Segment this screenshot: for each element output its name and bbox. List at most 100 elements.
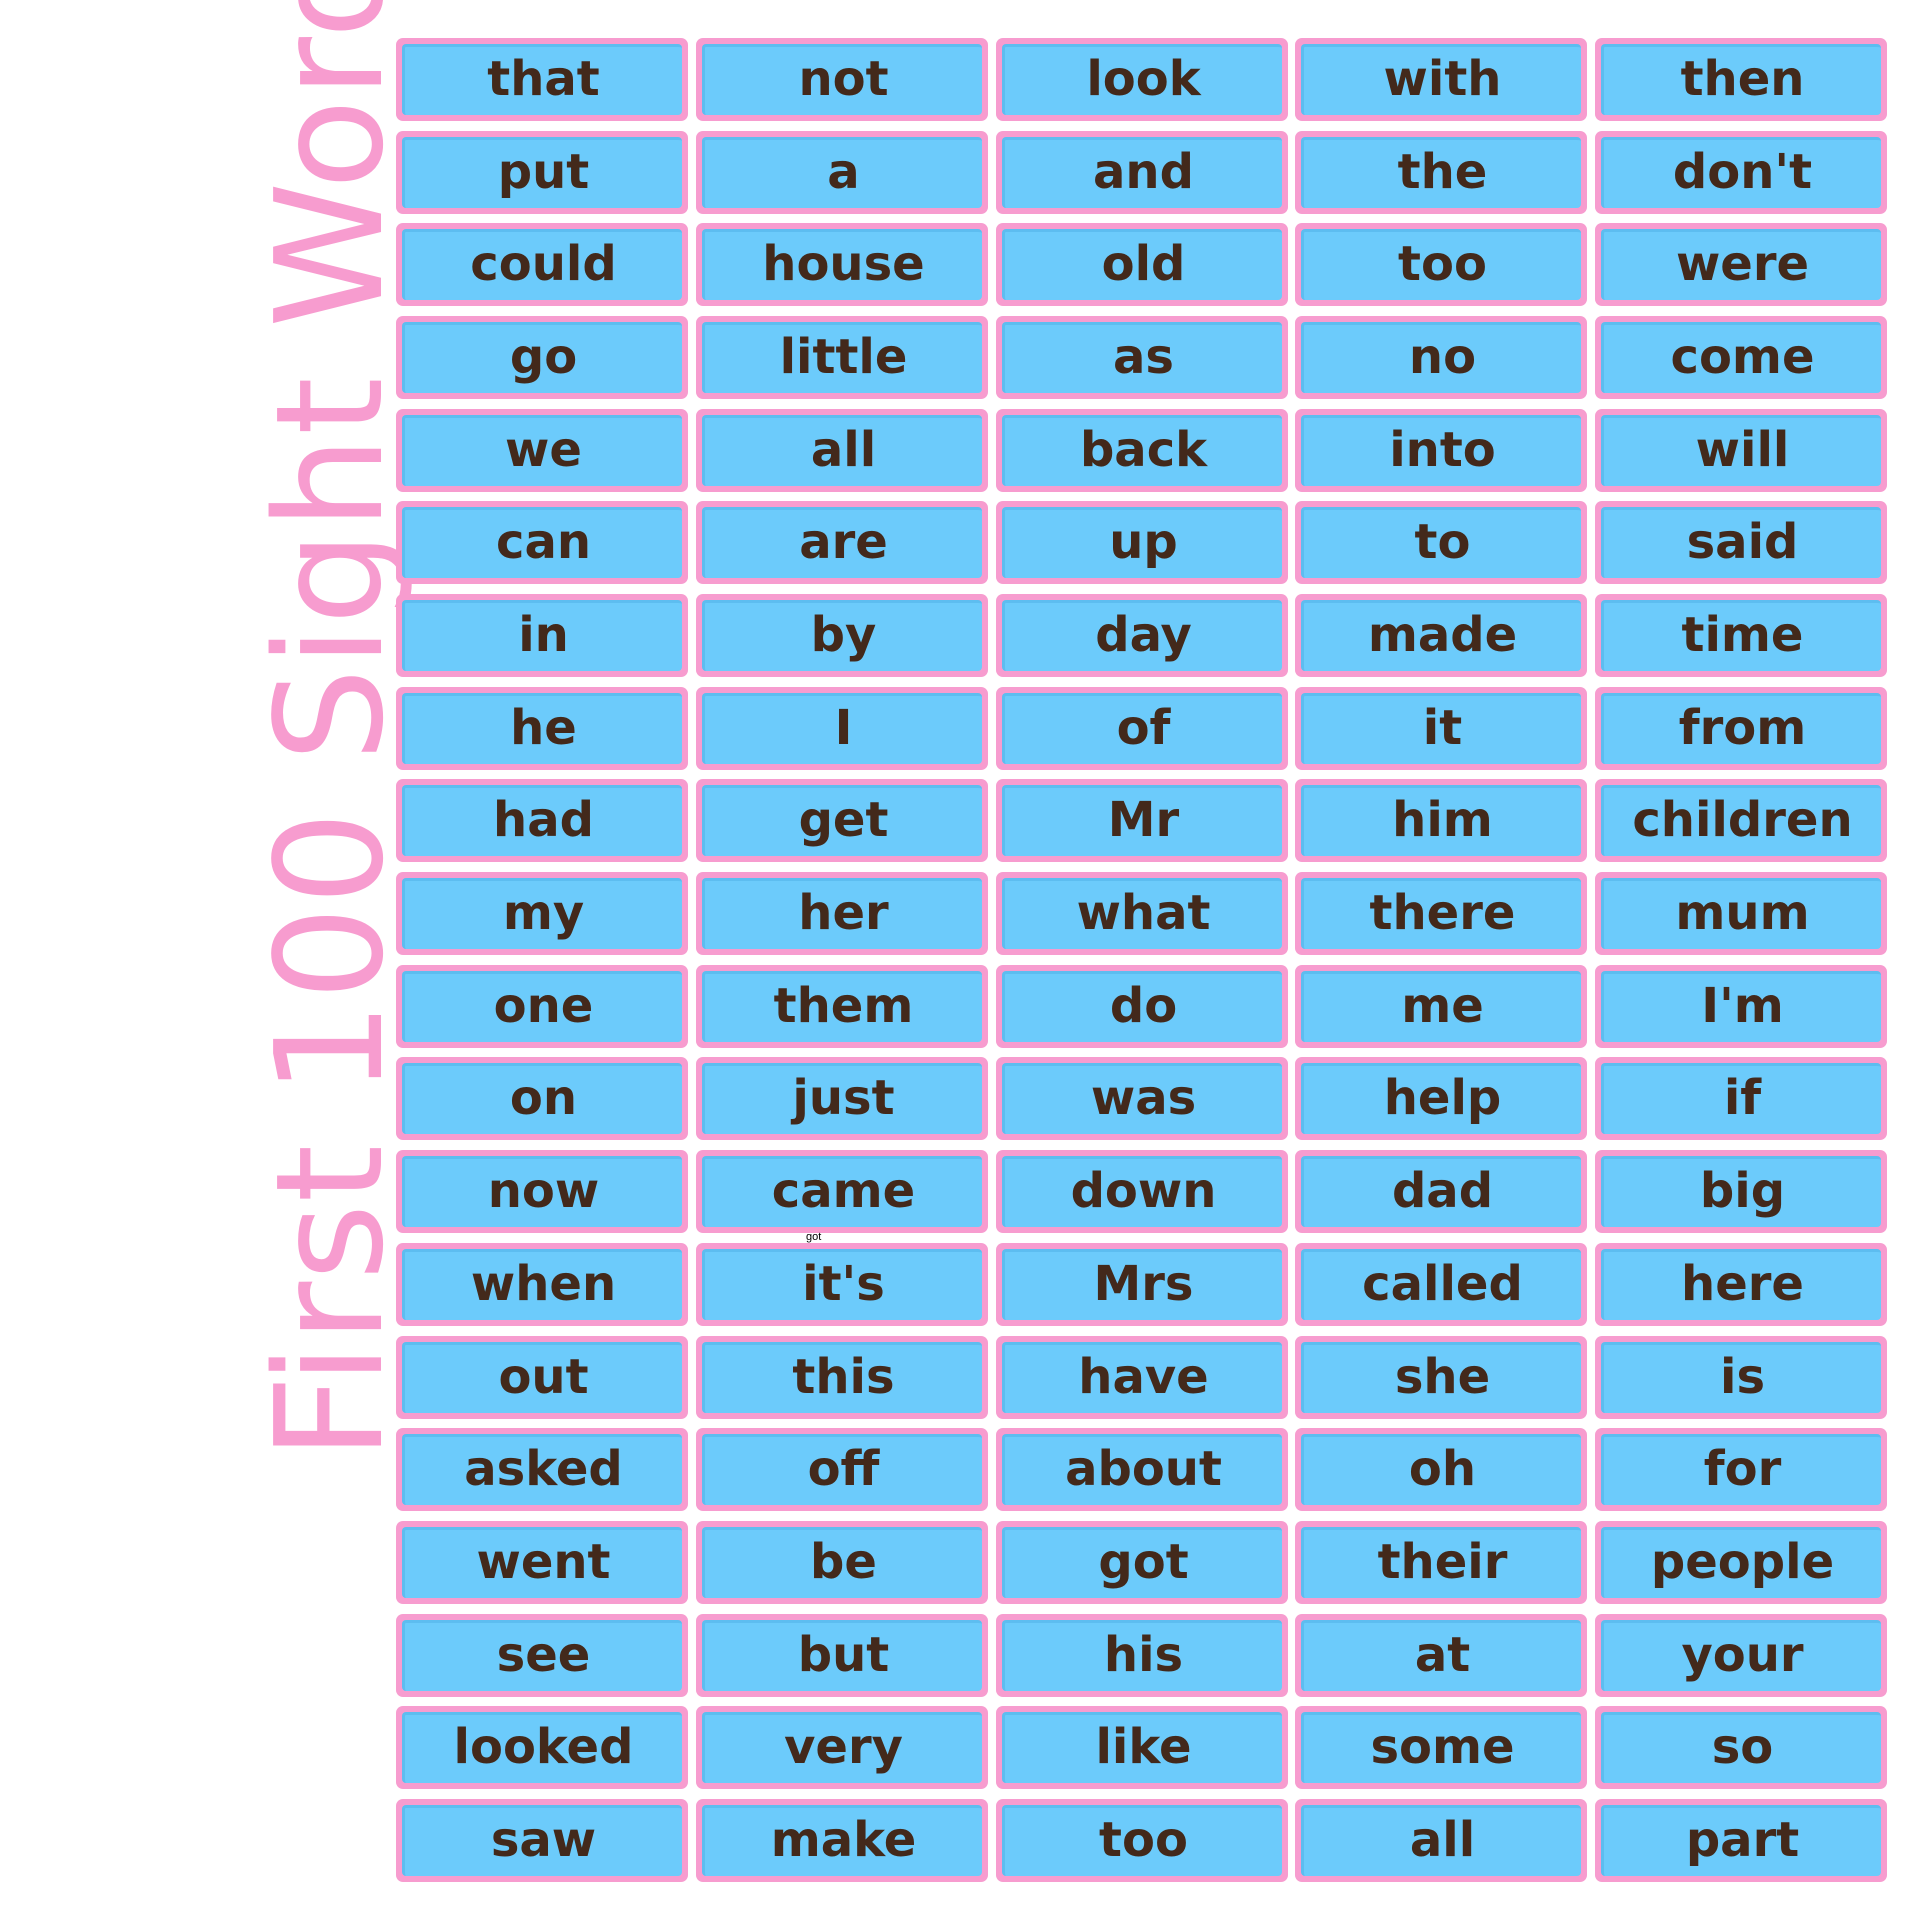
sight-word: with	[1383, 51, 1502, 107]
word-card: as	[996, 316, 1288, 399]
word-card: come	[1595, 316, 1887, 399]
sight-word: do	[1109, 978, 1178, 1034]
sight-word: into	[1389, 422, 1496, 478]
sight-word: time	[1681, 607, 1804, 663]
word-card-face: to	[1301, 507, 1581, 578]
word-card: very	[696, 1706, 988, 1789]
word-card-face: big	[1601, 1156, 1881, 1227]
sight-word: people	[1650, 1534, 1835, 1590]
word-card: from	[1595, 687, 1887, 770]
word-card: but	[696, 1614, 988, 1697]
word-card: here	[1595, 1243, 1887, 1326]
sight-word: be	[810, 1534, 877, 1590]
word-card: so	[1595, 1706, 1887, 1789]
word-card: then	[1595, 38, 1887, 121]
word-card: came	[696, 1150, 988, 1233]
word-card-face: when	[402, 1249, 682, 1320]
word-card: people	[1595, 1521, 1887, 1604]
word-card-face: can	[402, 507, 682, 578]
sight-word: go	[509, 329, 578, 385]
word-card: see	[396, 1614, 688, 1697]
sight-word: all	[1409, 1812, 1476, 1868]
word-card-face: at	[1301, 1620, 1581, 1691]
word-card-face: not	[702, 44, 982, 115]
stray-label: got	[806, 1231, 822, 1243]
word-card-face: old	[1002, 229, 1282, 300]
word-card: a	[696, 131, 988, 214]
word-card-face: now	[402, 1156, 682, 1227]
word-card: back	[996, 409, 1288, 492]
word-card: by	[696, 594, 988, 677]
word-card: is	[1595, 1336, 1887, 1419]
word-card-face: too	[1002, 1805, 1282, 1876]
word-card-face: go	[402, 322, 682, 393]
word-card: when	[396, 1243, 688, 1326]
word-card-face: in	[402, 600, 682, 671]
word-card: me	[1295, 965, 1587, 1048]
sight-word: your	[1681, 1627, 1804, 1683]
word-card-face: her	[702, 878, 982, 949]
word-card: dad	[1295, 1150, 1587, 1233]
sight-word: to	[1414, 514, 1471, 570]
word-card: time	[1595, 594, 1887, 677]
word-card-face: we	[402, 415, 682, 486]
word-card: Mrs	[996, 1243, 1288, 1326]
word-card-face: about	[1002, 1434, 1282, 1505]
sight-word: now	[487, 1163, 600, 1219]
sight-word: if	[1723, 1070, 1762, 1126]
word-card-face: said	[1601, 507, 1881, 578]
sight-word: it	[1422, 700, 1463, 756]
word-card: them	[696, 965, 988, 1048]
word-card-face: see	[402, 1620, 682, 1691]
word-card-face: their	[1301, 1527, 1581, 1598]
word-card-face: get	[702, 785, 982, 856]
word-card: this	[696, 1336, 988, 1419]
sight-word: it's	[802, 1256, 885, 1312]
word-card-face: his	[1002, 1620, 1282, 1691]
sight-word: then	[1680, 51, 1805, 107]
sight-word: children	[1632, 792, 1853, 848]
sight-word: and	[1093, 144, 1194, 200]
word-card: he	[396, 687, 688, 770]
word-card: mum	[1595, 872, 1887, 955]
sight-word: I'm	[1701, 978, 1784, 1034]
word-card: some	[1295, 1706, 1587, 1789]
word-card: were	[1595, 223, 1887, 306]
word-card: too	[996, 1799, 1288, 1882]
word-card: asked	[396, 1428, 688, 1511]
word-card-face: she	[1301, 1342, 1581, 1413]
word-card-face: looked	[402, 1712, 682, 1783]
word-card: we	[396, 409, 688, 492]
word-card-face: so	[1601, 1712, 1881, 1783]
sight-word: have	[1078, 1349, 1209, 1405]
sight-word: of	[1116, 700, 1171, 756]
sight-word: dad	[1391, 1163, 1494, 1219]
word-card: your	[1595, 1614, 1887, 1697]
sight-word: part	[1685, 1812, 1800, 1868]
word-card-face: saw	[402, 1805, 682, 1876]
sight-word: like	[1095, 1719, 1192, 1775]
word-card: up	[996, 501, 1288, 584]
word-card-face: a	[702, 137, 982, 208]
word-card: it's	[696, 1243, 988, 1326]
word-card-face: the	[1301, 137, 1581, 208]
word-card-face: down	[1002, 1156, 1282, 1227]
word-card-face: there	[1301, 878, 1581, 949]
word-card-face: him	[1301, 785, 1581, 856]
sight-word: look	[1086, 51, 1201, 107]
word-card: old	[996, 223, 1288, 306]
sight-word: went	[476, 1534, 611, 1590]
sight-word: too	[1398, 236, 1487, 292]
word-card-face: it's	[702, 1249, 982, 1320]
sight-word: said	[1686, 514, 1799, 570]
word-card-face: time	[1601, 600, 1881, 671]
word-card-face: day	[1002, 600, 1282, 671]
word-card: saw	[396, 1799, 688, 1882]
word-card-face: have	[1002, 1342, 1282, 1413]
sight-word: him	[1392, 792, 1493, 848]
sight-word: but	[797, 1627, 890, 1683]
word-card-face: some	[1301, 1712, 1581, 1783]
word-card-face: called	[1301, 1249, 1581, 1320]
word-card-face: part	[1601, 1805, 1881, 1876]
sight-word: asked	[464, 1441, 623, 1497]
